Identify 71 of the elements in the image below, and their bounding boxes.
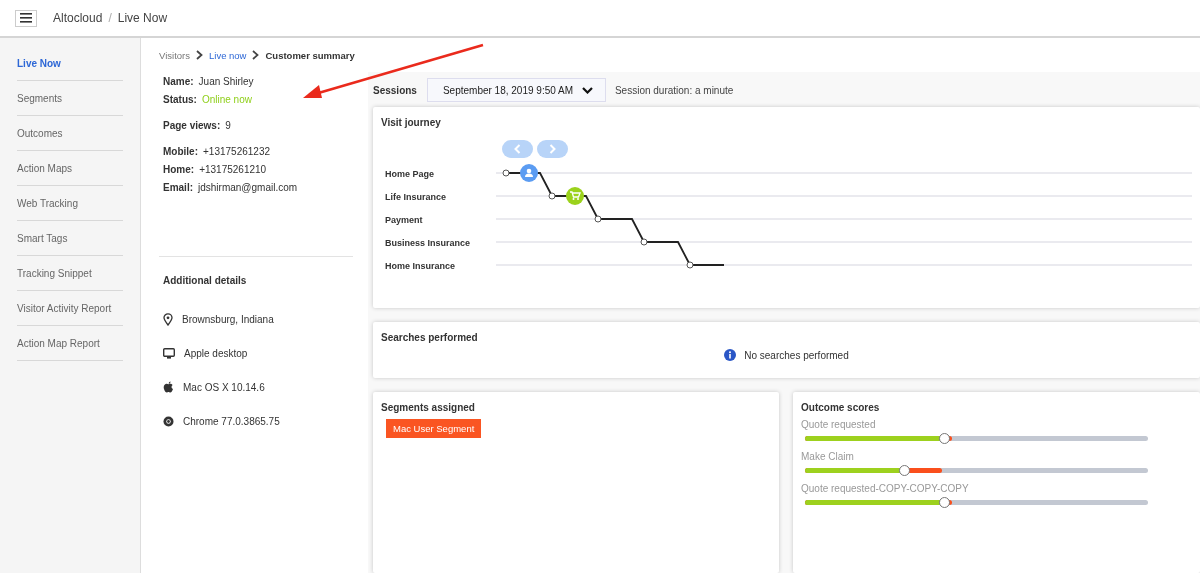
slider-thumb[interactable] — [938, 497, 950, 508]
sidebar-item[interactable]: Action Maps — [17, 151, 123, 186]
sidebar-item[interactable]: Action Map Report — [17, 326, 123, 361]
sidebar-item[interactable]: Web Tracking — [17, 186, 123, 221]
sidebar-item[interactable]: Tracking Snippet — [17, 256, 123, 291]
chevron-left-icon — [514, 144, 521, 154]
field-label: Name: — [163, 75, 194, 87]
field-value: jdshirman@gmail.com — [198, 181, 298, 193]
cart-icon — [566, 187, 584, 205]
stage-node — [686, 261, 694, 269]
card-title: Visit journey — [381, 117, 442, 128]
monitor-icon — [163, 347, 175, 359]
field-value: Online now — [201, 93, 252, 105]
stage-node — [548, 192, 556, 200]
slider-thumb[interactable] — [899, 465, 911, 476]
chevron-right-icon — [549, 144, 556, 154]
outcome-name: Make Claim — [801, 451, 855, 462]
menu-button[interactable] — [15, 9, 37, 27]
detail-text: Chrome 77.0.3865.75 — [183, 415, 280, 427]
field-value: +13175261232 — [203, 145, 271, 157]
segment-tag: Mac User Segment — [386, 419, 482, 438]
field-label: Email: — [163, 181, 193, 193]
detail-text: Mac OS X 10.14.6 — [183, 381, 265, 393]
card-title: Searches performed — [381, 332, 479, 343]
stage-label: Business Insurance — [385, 236, 472, 250]
detail-text: Apple desktop — [184, 347, 248, 359]
field-label: Status: — [163, 93, 197, 105]
stage-label: Payment — [385, 213, 424, 227]
breadcrumb-item[interactable]: Live now — [209, 49, 247, 61]
chevron-right-icon — [252, 50, 260, 60]
breadcrumb-item: Visitors — [159, 49, 190, 61]
sidebar-item[interactable]: Smart Tags — [17, 221, 123, 256]
stage-label: Life Insurance — [385, 190, 448, 204]
sidebar-item[interactable]: Segments — [17, 81, 123, 116]
field-label: Page views: — [163, 119, 221, 131]
person-icon — [520, 164, 538, 182]
location-pin-icon — [163, 312, 173, 326]
session-dropdown[interactable]: September 18, 2019 9:50 AM — [426, 78, 606, 102]
sidebar-item[interactable]: Outcomes — [17, 116, 123, 151]
menu-icon — [20, 13, 32, 23]
outcome-name: Quote requested — [801, 419, 877, 430]
stage-node — [594, 215, 602, 223]
field-value: Juan Shirley — [198, 75, 254, 87]
sidebar-item[interactable]: Live Now — [17, 46, 123, 81]
app-name: Altocloud — [53, 11, 103, 25]
slider-thumb[interactable] — [938, 433, 950, 444]
stage-node — [502, 169, 510, 177]
page-title: Live Now — [117, 11, 168, 25]
apple-icon — [163, 381, 174, 393]
stage-label: Home Insurance — [385, 259, 457, 273]
info-icon — [724, 349, 737, 361]
field-value: +13175261210 — [199, 163, 267, 175]
empty-message: No searches performed — [744, 349, 849, 361]
field-label: Home: — [163, 163, 195, 175]
section-title: Additional details — [163, 275, 248, 286]
field-value: 9 — [225, 119, 231, 131]
header-separator: / — [108, 11, 112, 25]
breadcrumb-item: Customer summary — [265, 49, 355, 61]
sessions-label: Sessions — [373, 84, 417, 96]
chrome-icon — [163, 415, 174, 427]
stage-node — [640, 238, 648, 246]
card-title: Segments assigned — [381, 402, 476, 413]
session-duration: Session duration: a minute — [614, 84, 734, 96]
sidebar-item[interactable]: Visitor Activity Report — [17, 291, 123, 326]
chevron-right-icon — [196, 50, 203, 60]
detail-text: Brownsburg, Indiana — [182, 313, 274, 325]
stage-label: Home Page — [385, 167, 436, 181]
field-label: Mobile: — [163, 145, 198, 157]
outcome-name: Quote requested-COPY-COPY-COPY — [801, 483, 970, 494]
card-title: Outcome scores — [801, 402, 881, 413]
chevron-down-icon — [581, 86, 593, 94]
